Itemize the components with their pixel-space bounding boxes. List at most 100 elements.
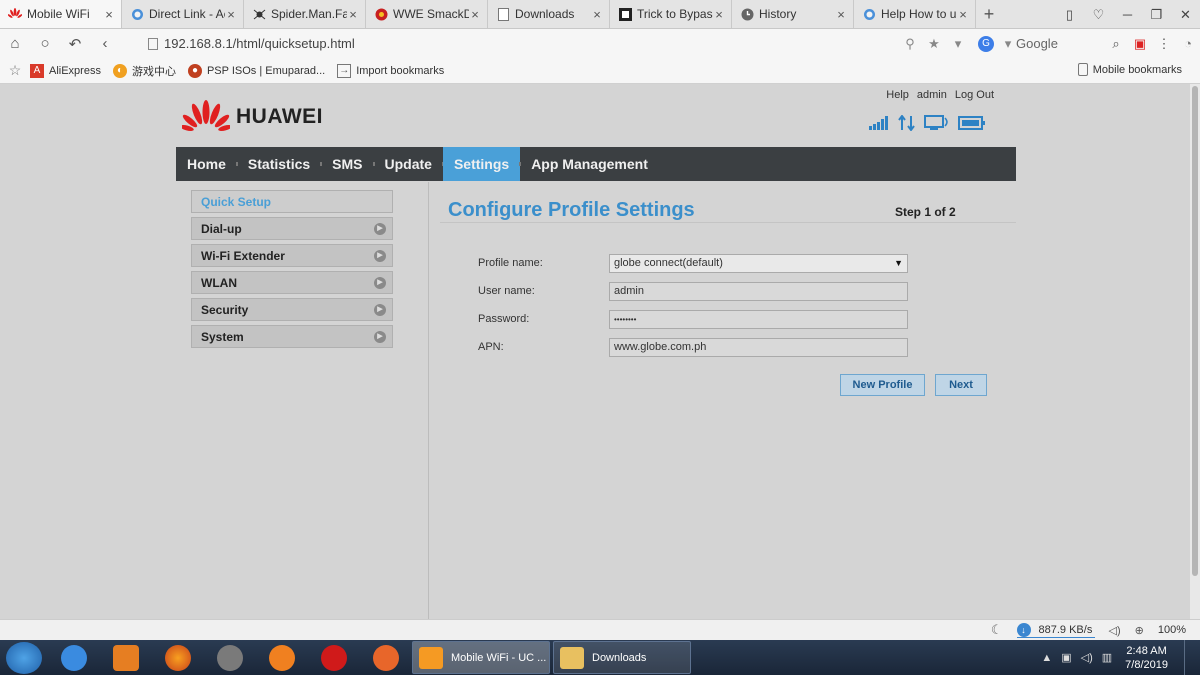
zoom-level[interactable]: 100% [1158,624,1186,636]
search-icon[interactable]: ⌕ [1104,36,1128,52]
mobile-bookmarks[interactable]: Mobile bookmarks [1077,63,1182,76]
nav-home[interactable]: Home [176,147,238,181]
show-desktop-button[interactable] [1184,640,1194,675]
menu-dots-icon[interactable]: ⋮ [1152,36,1176,52]
close-icon[interactable]: × [103,7,115,22]
tab-history[interactable]: History × [732,0,854,28]
side-item-security[interactable]: Security ▶ [191,298,393,321]
bookmark-import[interactable]: → Import bookmarks [337,63,445,78]
nav-statistics[interactable]: Statistics [237,147,323,181]
speaker-icon[interactable]: ◁) [1081,651,1093,664]
close-icon[interactable]: × [713,7,725,22]
ie-taskbar-icon[interactable] [48,641,100,674]
apn-field[interactable]: www.globe.com.ph [609,337,908,357]
logout-link[interactable]: Log Out [955,89,994,101]
firefox-taskbar-icon[interactable] [152,641,204,674]
night-mode-icon[interactable]: ☾ [991,622,1003,638]
bookmark-aliexpress[interactable]: A AliExpress [30,63,101,78]
network-icon[interactable]: ▥ [1102,651,1112,664]
restore-icon[interactable]: ❐ [1142,7,1171,23]
close-icon[interactable]: × [469,7,481,22]
side-item-wifi-extender[interactable]: Wi-Fi Extender ▶ [191,244,393,267]
browser-status-bar: ☾ ↓ 887.9 KB/s ◁) ⊕ 100% [0,619,1200,640]
tab-spider-man[interactable]: Spider.Man.Far × [244,0,366,28]
uc-icon[interactable]: ◔ [1176,36,1200,51]
bookmark-psp-isos[interactable]: ● PSP ISOs | Emuparad... [187,63,325,78]
tab-direct-link[interactable]: Direct Link - Ac × [122,0,244,28]
start-button[interactable] [6,641,42,674]
nav-update[interactable]: Update [374,147,445,181]
close-icon[interactable]: × [347,7,359,22]
new-profile-button[interactable]: New Profile [840,374,925,396]
data-transfer-icon [898,114,916,134]
star-icon[interactable]: ★ [922,36,946,52]
nav-settings[interactable]: Settings [442,147,522,181]
close-icon[interactable]: × [225,7,237,22]
tab-wwe[interactable]: WWE SmackDo × [366,0,488,28]
close-icon[interactable]: × [591,7,603,22]
bookmark-star-icon[interactable]: ☆ [0,62,30,79]
password-field[interactable]: •••••••• [609,309,908,329]
bookmark-game-center[interactable]: ◐ 游戏中心 [112,63,176,79]
pin-icon[interactable]: ⚲ [898,36,922,52]
huawei-logo-icon [182,100,230,132]
password-label: Password: [478,313,530,325]
clock-date: 7/8/2019 [1125,658,1168,671]
blender-taskbar-icon[interactable] [256,641,308,674]
chevron-right-icon: ▶ [374,303,386,316]
url-field[interactable]: 192.168.8.1/html/quicksetup.html [148,36,355,51]
taskbar-window-downloads[interactable]: Downloads [553,641,691,674]
close-icon[interactable]: × [835,7,847,22]
tab-list-icon[interactable]: ▯ [1055,7,1084,23]
side-item-quick-setup[interactable]: Quick Setup [191,190,393,213]
chevron-down-icon[interactable]: ▾ [1000,36,1016,52]
reload-icon[interactable]: ○ [30,35,60,52]
window-controls: ▯ ♡ ─ ❐ ✕ [1055,0,1200,29]
scrollbar-thumb[interactable] [1192,86,1198,576]
home-icon[interactable]: ⌂ [0,35,30,52]
battery-icon [958,115,986,134]
help-link[interactable]: Help [886,89,909,101]
tray-app-icon[interactable]: ▣ [1061,651,1071,664]
volume-icon[interactable]: ◁) [1109,624,1121,637]
new-tab-button[interactable]: + [976,0,1002,28]
zoom-icon[interactable]: ⊕ [1135,624,1144,637]
apn-row: APN: www.globe.com.ph [478,333,908,361]
bookmark-label: Import bookmarks [356,64,445,77]
gimp-taskbar-icon[interactable] [204,641,256,674]
admin-link[interactable]: admin [917,89,947,101]
close-window-icon[interactable]: ✕ [1171,7,1200,23]
chevron-down-icon[interactable]: ▾ [946,36,970,52]
opera-taskbar-icon[interactable] [308,641,360,674]
tab-mobile-wifi[interactable]: Mobile WiFi × [0,0,122,28]
download-speed[interactable]: ↓ 887.9 KB/s [1016,622,1095,638]
nav-app-management[interactable]: App Management [520,147,659,181]
side-item-dial-up[interactable]: Dial-up ▶ [191,217,393,240]
tab-trick-bypass[interactable]: Trick to Bypass × [610,0,732,28]
ubuntu-taskbar-icon[interactable] [360,641,412,674]
clock[interactable]: 2:48 AM 7/8/2019 [1125,644,1168,672]
tab-label: Mobile WiFi [27,7,90,21]
undo-icon[interactable]: ↶ [60,35,90,53]
shirt-icon[interactable]: ♡ [1084,7,1113,23]
profile-name-select[interactable]: globe connect(default) ▼ [609,253,908,273]
next-button[interactable]: Next [935,374,987,396]
media-player-taskbar-icon[interactable] [100,641,152,674]
back-icon[interactable]: ‹ [90,35,120,52]
minimize-icon[interactable]: ─ [1113,7,1142,22]
password-value: •••••••• [614,314,637,324]
extension-icon[interactable]: ▣ [1128,36,1152,52]
taskbar-window-label: Downloads [592,651,647,664]
tab-help[interactable]: Help How to u × [854,0,976,28]
globe-icon [862,7,876,21]
page-scrollbar[interactable] [1190,84,1200,619]
tray-expand-icon[interactable]: ▲ [1041,652,1052,664]
close-icon[interactable]: × [957,7,969,22]
side-item-system[interactable]: System ▶ [191,325,393,348]
taskbar-window-mobile-wifi[interactable]: Mobile WiFi - UC ... [412,641,550,674]
search-box[interactable]: G ▾ Google [978,35,1096,52]
tab-downloads[interactable]: Downloads × [488,0,610,28]
side-item-wlan[interactable]: WLAN ▶ [191,271,393,294]
nav-sms[interactable]: SMS [321,147,375,181]
user-name-field[interactable]: admin [609,281,908,301]
